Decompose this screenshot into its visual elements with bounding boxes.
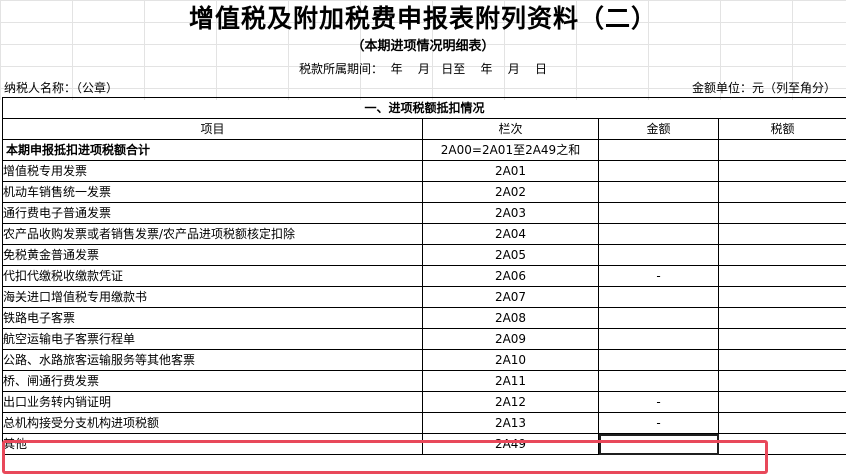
row-tax-cell[interactable] [719,413,846,434]
row-code-cell: 2A13 [423,413,599,434]
table-row: 其他2A49 [3,434,846,455]
row-item-cell: 通行费电子普通发票 [3,203,423,224]
row-code-cell: 2A10 [423,350,599,371]
row-code-cell: 2A00=2A01至2A49之和 [423,140,599,161]
row-tax-cell[interactable] [719,203,846,224]
row-item-cell: 铁路电子客票 [3,308,423,329]
table-row: 公路、水路旅客运输服务等其他客票2A10 [3,350,846,371]
table-row: 农产品收购发票或者销售发票/农产品进项税额核定扣除2A04 [3,224,846,245]
row-item-cell: 增值税专用发票 [3,161,423,182]
column-header-code: 栏次 [423,119,599,140]
row-amount-cell: - [599,392,719,413]
row-amount-cell[interactable] [599,245,719,266]
table-row: 桥、闸通行费发票2A11 [3,371,846,392]
table-row: 免税黄金普通发票2A05 [3,245,846,266]
page-subtitle: （本期进项情况明细表） [0,38,846,56]
row-tax-cell[interactable] [719,140,846,161]
row-amount-cell: - [599,266,719,287]
column-header-row: 项目 栏次 金额 税额 [3,119,846,140]
row-tax-cell[interactable] [719,224,846,245]
row-amount-cell[interactable] [599,203,719,224]
row-tax-cell[interactable] [719,329,846,350]
row-code-cell: 2A05 [423,245,599,266]
row-code-cell: 2A49 [423,434,599,455]
row-item-cell: 出口业务转内销证明 [3,392,423,413]
table-row: 代扣代缴税收缴款凭证2A06- [3,266,846,287]
row-amount-cell[interactable] [599,224,719,245]
row-code-cell: 2A12 [423,392,599,413]
row-item-cell: 农产品收购发票或者销售发票/农产品进项税额核定扣除 [3,224,423,245]
tax-period-line: 税款所属期间： 年 月 日至 年 月 日 [0,60,846,78]
column-header-amount: 金额 [599,119,719,140]
row-tax-cell[interactable] [719,266,846,287]
row-code-cell: 2A06 [423,266,599,287]
row-amount-cell[interactable] [599,371,719,392]
table-row: 本期申报抵扣进项税额合计2A00=2A01至2A49之和 [3,140,846,161]
row-tax-cell[interactable] [719,161,846,182]
row-tax-cell[interactable] [719,245,846,266]
table-row: 海关进口增值税专用缴款书2A07 [3,287,846,308]
row-code-cell: 2A09 [423,329,599,350]
table-row: 出口业务转内销证明2A12- [3,392,846,413]
row-item-cell: 总机构接受分支机构进项税额 [3,413,423,434]
table-row: 机动车销售统一发票2A02 [3,182,846,203]
table-row: 增值税专用发票2A01 [3,161,846,182]
row-tax-cell[interactable] [719,287,846,308]
taxpayer-name-label: 纳税人名称：（公章） [4,80,118,96]
row-amount-cell[interactable] [599,287,719,308]
row-tax-cell[interactable] [719,182,846,203]
row-code-cell: 2A03 [423,203,599,224]
row-code-cell: 2A01 [423,161,599,182]
column-header-tax: 税额 [719,119,846,140]
table-row: 总机构接受分支机构进项税额2A13- [3,413,846,434]
page-title: 增值税及附加税费申报表附列资料（二） [0,2,846,36]
table-row: 航空运输电子客票行程单2A09 [3,329,846,350]
row-amount-cell[interactable] [599,140,719,161]
row-item-cell: 免税黄金普通发票 [3,245,423,266]
amount-unit-label: 金额单位：元（列至角分） [692,80,836,96]
row-amount-cell[interactable] [599,308,719,329]
input-tax-table: 一、进项税额抵扣情况 项目 栏次 金额 税额 本期申报抵扣进项税额合计2A00=… [2,97,846,455]
row-tax-cell[interactable] [719,308,846,329]
table-row: 通行费电子普通发票2A03 [3,203,846,224]
row-amount-cell: - [599,413,719,434]
row-code-cell: 2A07 [423,287,599,308]
row-item-cell: 桥、闸通行费发票 [3,371,423,392]
row-code-cell: 2A11 [423,371,599,392]
row-code-cell: 2A02 [423,182,599,203]
row-amount-cell[interactable] [599,182,719,203]
row-tax-cell[interactable] [719,371,846,392]
row-tax-cell[interactable] [719,434,846,455]
section-title: 一、进项税额抵扣情况 [3,98,846,119]
section-title-row: 一、进项税额抵扣情况 [3,98,846,119]
row-item-cell: 本期申报抵扣进项税额合计 [3,140,423,161]
row-item-cell: 公路、水路旅客运输服务等其他客票 [3,350,423,371]
row-tax-cell[interactable] [719,392,846,413]
row-amount-cell[interactable] [599,434,719,455]
row-tax-cell[interactable] [719,350,846,371]
row-code-cell: 2A04 [423,224,599,245]
row-item-cell: 海关进口增值税专用缴款书 [3,287,423,308]
row-item-cell: 机动车销售统一发票 [3,182,423,203]
row-amount-cell[interactable] [599,161,719,182]
row-item-cell: 航空运输电子客票行程单 [3,329,423,350]
row-item-cell: 代扣代缴税收缴款凭证 [3,266,423,287]
row-item-cell: 其他 [3,434,423,455]
row-code-cell: 2A08 [423,308,599,329]
row-amount-cell[interactable] [599,350,719,371]
table-row: 铁路电子客票2A08 [3,308,846,329]
column-header-item: 项目 [3,119,423,140]
row-amount-cell[interactable] [599,329,719,350]
